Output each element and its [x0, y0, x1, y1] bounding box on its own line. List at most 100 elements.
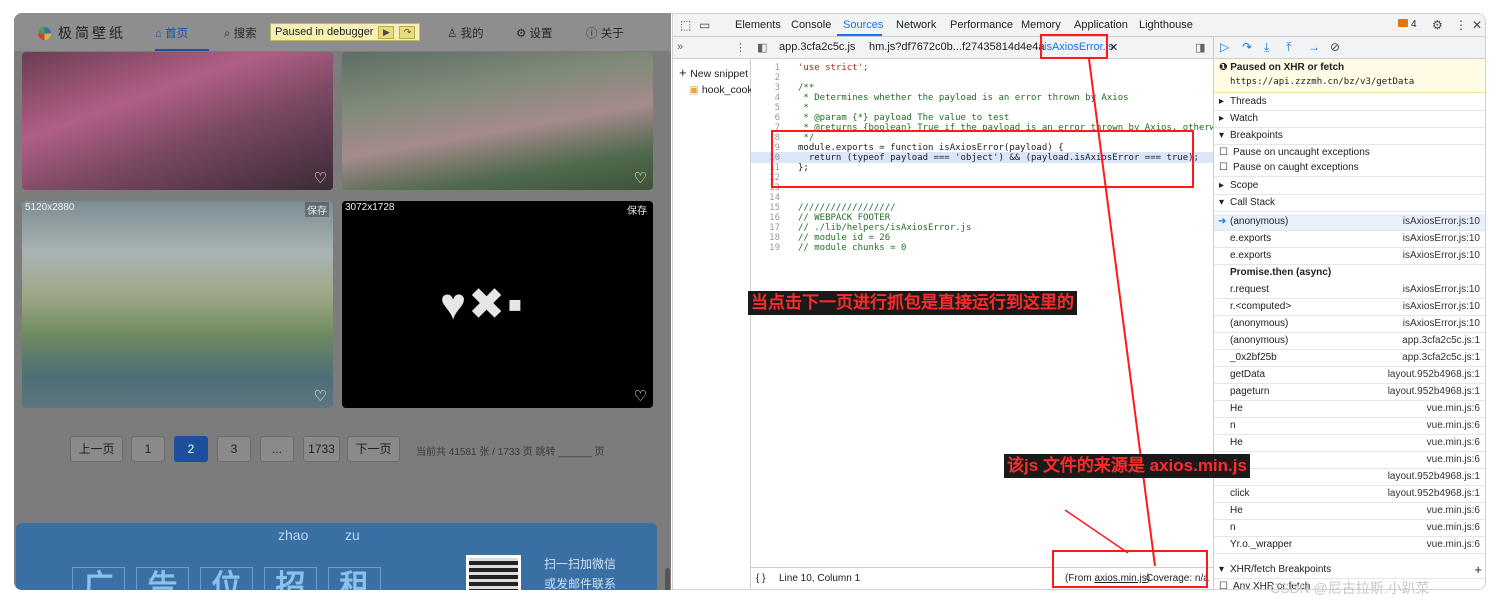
call-stack-frame[interactable]: _0x2bf25b app.3cfa2c5c.js:1 [1214, 350, 1485, 367]
page-2-button[interactable]: 2 [174, 436, 208, 462]
more-tabs-icon[interactable]: » [677, 41, 683, 53]
nav-search[interactable]: ⌕ 搜索 [224, 25, 257, 41]
line-number[interactable]: 3 [775, 83, 780, 93]
tab-console[interactable]: Console [791, 19, 831, 31]
frame-location[interactable]: vue.min.js:6 [1427, 454, 1480, 465]
step-into-icon[interactable]: ⤓ [1264, 40, 1269, 55]
file-tab[interactable]: app.3cfa2c5c.js [779, 41, 855, 53]
step-icon[interactable]: → [1308, 40, 1320, 54]
resume-icon[interactable]: ▷ [1220, 40, 1229, 54]
line-number[interactable]: 15 [769, 203, 780, 213]
close-tab-icon[interactable]: ✕ [1109, 41, 1118, 54]
frame-location[interactable]: vue.min.js:6 [1427, 437, 1480, 448]
resume-icon[interactable]: ▶ [378, 25, 395, 39]
snippet-file-item[interactable]: ▣ hook_cook [689, 84, 753, 96]
frame-location[interactable]: layout.952b4968.js:1 [1388, 369, 1480, 380]
line-number[interactable]: 18 [769, 233, 780, 243]
frame-location[interactable]: vue.min.js:6 [1427, 522, 1480, 533]
wallpaper-card[interactable]: 3072x1728 保存 ♥✖▪ ♡ [342, 201, 653, 408]
nav-about[interactable]: ⓘ 关于 [586, 25, 624, 41]
section-watch[interactable]: ▸ Watch [1214, 111, 1485, 128]
frame-location[interactable]: layout.952b4968.js:1 [1388, 386, 1480, 397]
frame-location[interactable]: isAxiosError.js:10 [1403, 284, 1480, 295]
save-button[interactable]: 保存 [625, 202, 649, 217]
tab-network[interactable]: Network [896, 19, 936, 31]
checkbox-icon[interactable]: ☐ [1219, 581, 1228, 589]
tab-application[interactable]: Application [1074, 19, 1128, 31]
section-call-stack[interactable]: ▾ Call Stack [1214, 195, 1485, 212]
step-out-icon[interactable]: ⤒ [1286, 40, 1291, 55]
line-number[interactable]: 6 [775, 113, 780, 123]
add-icon[interactable]: + [1474, 562, 1482, 577]
call-stack-frame[interactable]: layout.952b4968.js:1 [1214, 469, 1485, 486]
line-number[interactable]: 4 [775, 93, 780, 103]
frame-location[interactable]: isAxiosError.js:10 [1403, 318, 1480, 329]
pause-caught-option[interactable]: ☐ Pause on caught exceptions [1214, 160, 1485, 177]
frame-location[interactable]: vue.min.js:6 [1427, 420, 1480, 431]
call-stack-frame[interactable]: ➜ (anonymous) isAxiosError.js:10 [1214, 214, 1485, 231]
toggle-navigator-icon[interactable]: ◧ [757, 41, 767, 54]
call-stack-frame[interactable]: r.<computed> isAxiosError.js:10 [1214, 299, 1485, 316]
favorite-heart-icon[interactable]: ♡ [314, 389, 327, 404]
pretty-print-icon[interactable]: { } [756, 573, 765, 584]
nav-mine[interactable]: ♙ 我的 [447, 25, 484, 41]
call-stack-frame[interactable]: vue.min.js:6 [1214, 452, 1485, 469]
next-page-button[interactable]: 下一页 [347, 436, 400, 462]
ad-banner[interactable]: 广 告 位 招 租 zhao zu 扫一扫加微信 或发邮件联系 [16, 523, 657, 590]
close-icon[interactable]: ✕ [1472, 18, 1482, 32]
new-snippet-button[interactable]: + New snippet [679, 65, 748, 80]
nav-home[interactable]: ⌂ 首页 [155, 25, 188, 41]
call-stack-frame[interactable]: He vue.min.js:6 [1214, 503, 1485, 520]
call-stack-frame[interactable]: (anonymous) isAxiosError.js:10 [1214, 316, 1485, 333]
call-stack-frame[interactable]: r.request isAxiosError.js:10 [1214, 282, 1485, 299]
call-stack-frame[interactable]: getData layout.952b4968.js:1 [1214, 367, 1485, 384]
line-number[interactable]: 16 [769, 213, 780, 223]
wallpaper-card[interactable]: ♡ [22, 52, 333, 190]
line-number[interactable]: 5 [775, 103, 780, 113]
call-stack-frame[interactable]: (anonymous) app.3cfa2c5c.js:1 [1214, 333, 1485, 350]
wallpaper-card[interactable]: 5120x2880 保存 ♡ [22, 201, 333, 408]
call-stack-frame[interactable]: He vue.min.js:6 [1214, 435, 1485, 452]
call-stack-frame[interactable]: He vue.min.js:6 [1214, 401, 1485, 418]
file-tab[interactable]: hm.js?df7672c0b...f27435814d4e4a [869, 41, 1045, 53]
section-threads[interactable]: ▸ Threads [1214, 94, 1485, 111]
favorite-heart-icon[interactable]: ♡ [634, 389, 647, 404]
page-scrollbar[interactable] [665, 568, 670, 590]
last-page-button[interactable]: 1733 [303, 436, 340, 462]
frame-location[interactable]: isAxiosError.js:10 [1403, 250, 1480, 261]
frame-location[interactable]: app.3cfa2c5c.js:1 [1402, 335, 1480, 346]
tab-memory[interactable]: Memory [1021, 19, 1061, 31]
tab-lighthouse[interactable]: Lighthouse [1139, 19, 1193, 31]
step-over-icon[interactable]: ↷ [399, 25, 416, 39]
call-stack-frame[interactable]: e.exports isAxiosError.js:10 [1214, 231, 1485, 248]
gear-icon[interactable]: ⚙ [1432, 18, 1443, 32]
frame-location[interactable]: isAxiosError.js:10 [1403, 301, 1480, 312]
frame-location[interactable]: isAxiosError.js:10 [1403, 216, 1480, 227]
page-1-button[interactable]: 1 [131, 436, 165, 462]
save-button[interactable]: 保存 [305, 202, 329, 217]
frame-location[interactable]: layout.952b4968.js:1 [1388, 471, 1480, 482]
line-number[interactable]: 17 [769, 223, 780, 233]
section-scope[interactable]: ▸ Scope [1214, 178, 1485, 195]
frame-location[interactable]: vue.min.js:6 [1427, 539, 1480, 550]
favorite-heart-icon[interactable]: ♡ [634, 171, 647, 186]
section-breakpoints[interactable]: ▾ Breakpoints [1214, 128, 1485, 145]
page-3-button[interactable]: 3 [217, 436, 251, 462]
line-number[interactable]: 14 [769, 193, 780, 203]
tab-elements[interactable]: Elements [735, 19, 781, 31]
site-logo[interactable]: 极简壁纸 [38, 23, 126, 43]
call-stack-frame[interactable]: Yr.o._wrapper vue.min.js:6 [1214, 537, 1485, 554]
call-stack-frame[interactable]: click layout.952b4968.js:1 [1214, 486, 1485, 503]
call-stack-frame[interactable]: n vue.min.js:6 [1214, 520, 1485, 537]
line-number[interactable]: 1 [775, 63, 780, 73]
call-stack-frame[interactable]: e.exports isAxiosError.js:10 [1214, 248, 1485, 265]
page-ellipsis-button[interactable]: ... [260, 436, 294, 462]
more-options-icon[interactable]: ⋮ [735, 41, 746, 54]
frame-location[interactable]: vue.min.js:6 [1427, 403, 1480, 414]
wallpaper-card[interactable]: ♡ [342, 52, 653, 190]
tab-sources[interactable]: Sources [843, 19, 883, 31]
checkbox-icon[interactable]: ☐ [1219, 147, 1228, 158]
nav-settings[interactable]: ⚙ 设置 [516, 25, 553, 41]
frame-location[interactable]: isAxiosError.js:10 [1403, 233, 1480, 244]
more-options-icon[interactable]: ⋮ [1455, 18, 1467, 32]
